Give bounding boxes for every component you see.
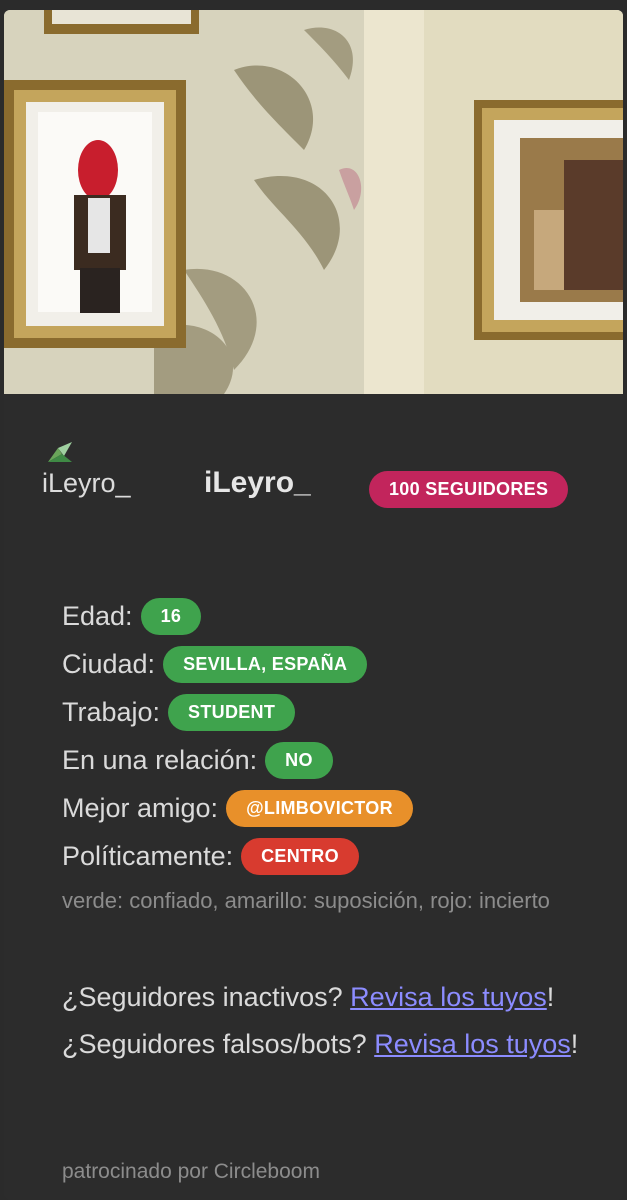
- sponsor-text: patrocinado por Circleboom: [62, 1160, 320, 1183]
- fact-label: Edad:: [62, 600, 133, 631]
- fact-value-pill: SEVILLA, ESPAÑA: [163, 645, 368, 683]
- fact-value-pill: STUDENT: [168, 693, 296, 731]
- fact-row-mejor-amigo: Mejor amigo: @LIMBOVICTOR: [62, 784, 582, 832]
- promo-inactive: ¿Seguidores inactivos? Revisa los tuyos!: [62, 974, 582, 1021]
- fact-row-politicamente: Políticamente: CENTRO: [62, 832, 582, 880]
- profile-banner-image: [4, 10, 623, 394]
- profile-handle-small: iLeyro_: [42, 468, 131, 498]
- exclamation-mark: !: [546, 982, 555, 1012]
- check-fake-link[interactable]: Revisa los tuyos: [374, 1029, 571, 1059]
- followers-badge: 100 SEGUIDORES: [369, 471, 569, 508]
- confidence-legend: verde: confiado, amarillo: suposición, r…: [62, 888, 550, 913]
- fact-label: Ciudad:: [62, 648, 156, 679]
- fact-row-edad: Edad: 16: [62, 592, 582, 640]
- fact-label: En una relación:: [62, 744, 258, 775]
- fact-value-pill: 16: [140, 597, 202, 635]
- fact-value-pill: @LIMBOVICTOR: [226, 789, 413, 827]
- fact-label: Políticamente:: [62, 840, 234, 871]
- profile-facts: Edad: 16 Ciudad: SEVILLA, ESPAÑA Trabajo…: [62, 592, 582, 880]
- fact-row-relacion: En una relación: NO: [62, 736, 582, 784]
- fact-row-ciudad: Ciudad: SEVILLA, ESPAÑA: [62, 640, 582, 688]
- check-inactive-link[interactable]: Revisa los tuyos: [350, 982, 547, 1012]
- fact-label: Trabajo:: [62, 696, 161, 727]
- promo-fake-question: ¿Seguidores falsos/bots?: [62, 1029, 367, 1059]
- fact-value-pill: NO: [265, 741, 333, 779]
- exclamation-mark: !: [570, 1029, 579, 1059]
- fact-row-trabajo: Trabajo: STUDENT: [62, 688, 582, 736]
- profile-card: iLeyro_ iLeyro_ 100 SEGUIDORES Edad: 16 …: [4, 10, 623, 1200]
- avatar-glyph-icon: [46, 442, 76, 464]
- promo-inactive-question: ¿Seguidores inactivos?: [62, 982, 343, 1012]
- fact-label: Mejor amigo:: [62, 792, 219, 823]
- profile-username: iLeyro_: [204, 466, 311, 499]
- promo-section: ¿Seguidores inactivos? Revisa los tuyos!…: [62, 974, 582, 1068]
- fact-value-pill: CENTRO: [241, 837, 359, 875]
- promo-fake: ¿Seguidores falsos/bots? Revisa los tuyo…: [62, 1021, 582, 1068]
- profile-header: iLeyro_ iLeyro_ 100 SEGUIDORES: [4, 394, 623, 544]
